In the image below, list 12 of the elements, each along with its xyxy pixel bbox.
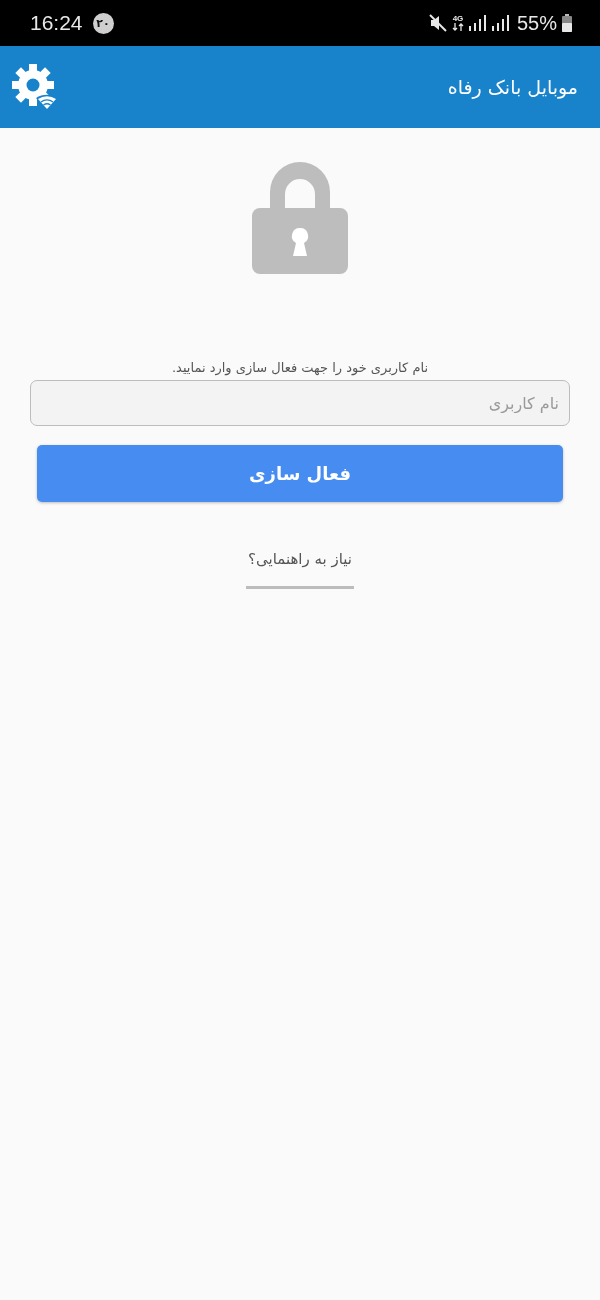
settings-icon[interactable]	[12, 64, 58, 110]
mute-icon	[428, 14, 447, 32]
instruction-text: نام کاربری خود را جهت فعال سازی وارد نمایید.	[171, 360, 429, 375]
signal-icon	[491, 15, 510, 31]
battery-icon	[562, 14, 572, 32]
signal-icon	[468, 15, 487, 31]
app-title: موبایل بانک رفاه	[447, 76, 578, 98]
help-link[interactable]: نیاز به راهنمایی؟	[246, 550, 354, 589]
battery-percent: 55%	[516, 11, 557, 35]
notification-badge: ۲۰	[92, 12, 114, 34]
username-field[interactable]: نام کاربری	[30, 380, 570, 426]
status-time: 16:24	[30, 11, 83, 35]
